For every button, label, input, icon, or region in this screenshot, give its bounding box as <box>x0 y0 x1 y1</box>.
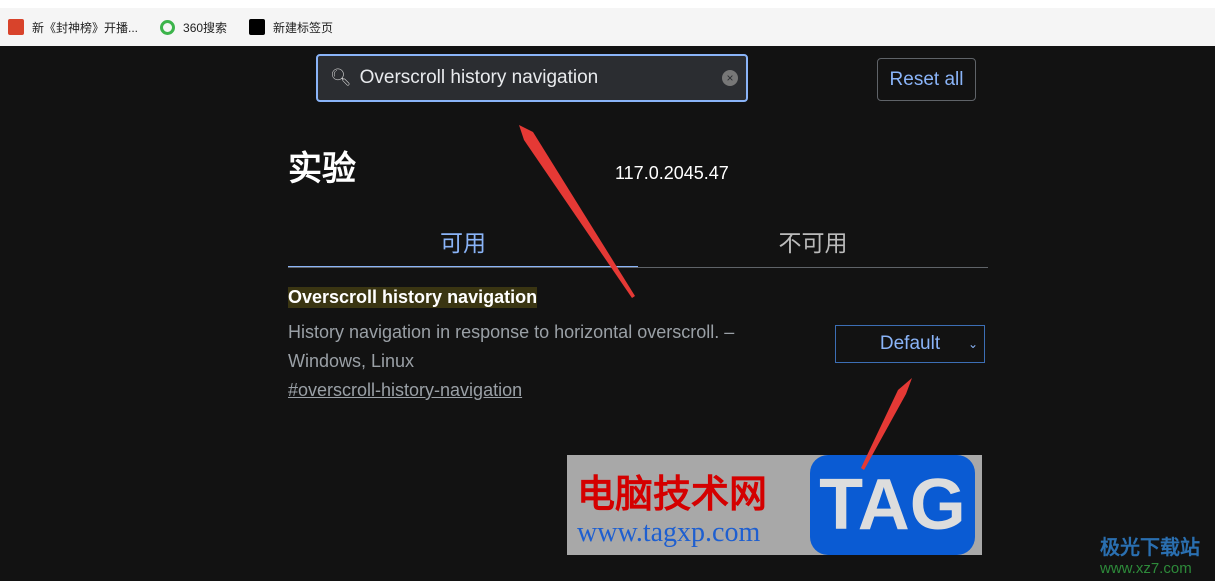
arrow-to-search <box>519 125 635 298</box>
annotation-arrows <box>519 125 912 470</box>
arrow-to-select <box>861 378 912 470</box>
